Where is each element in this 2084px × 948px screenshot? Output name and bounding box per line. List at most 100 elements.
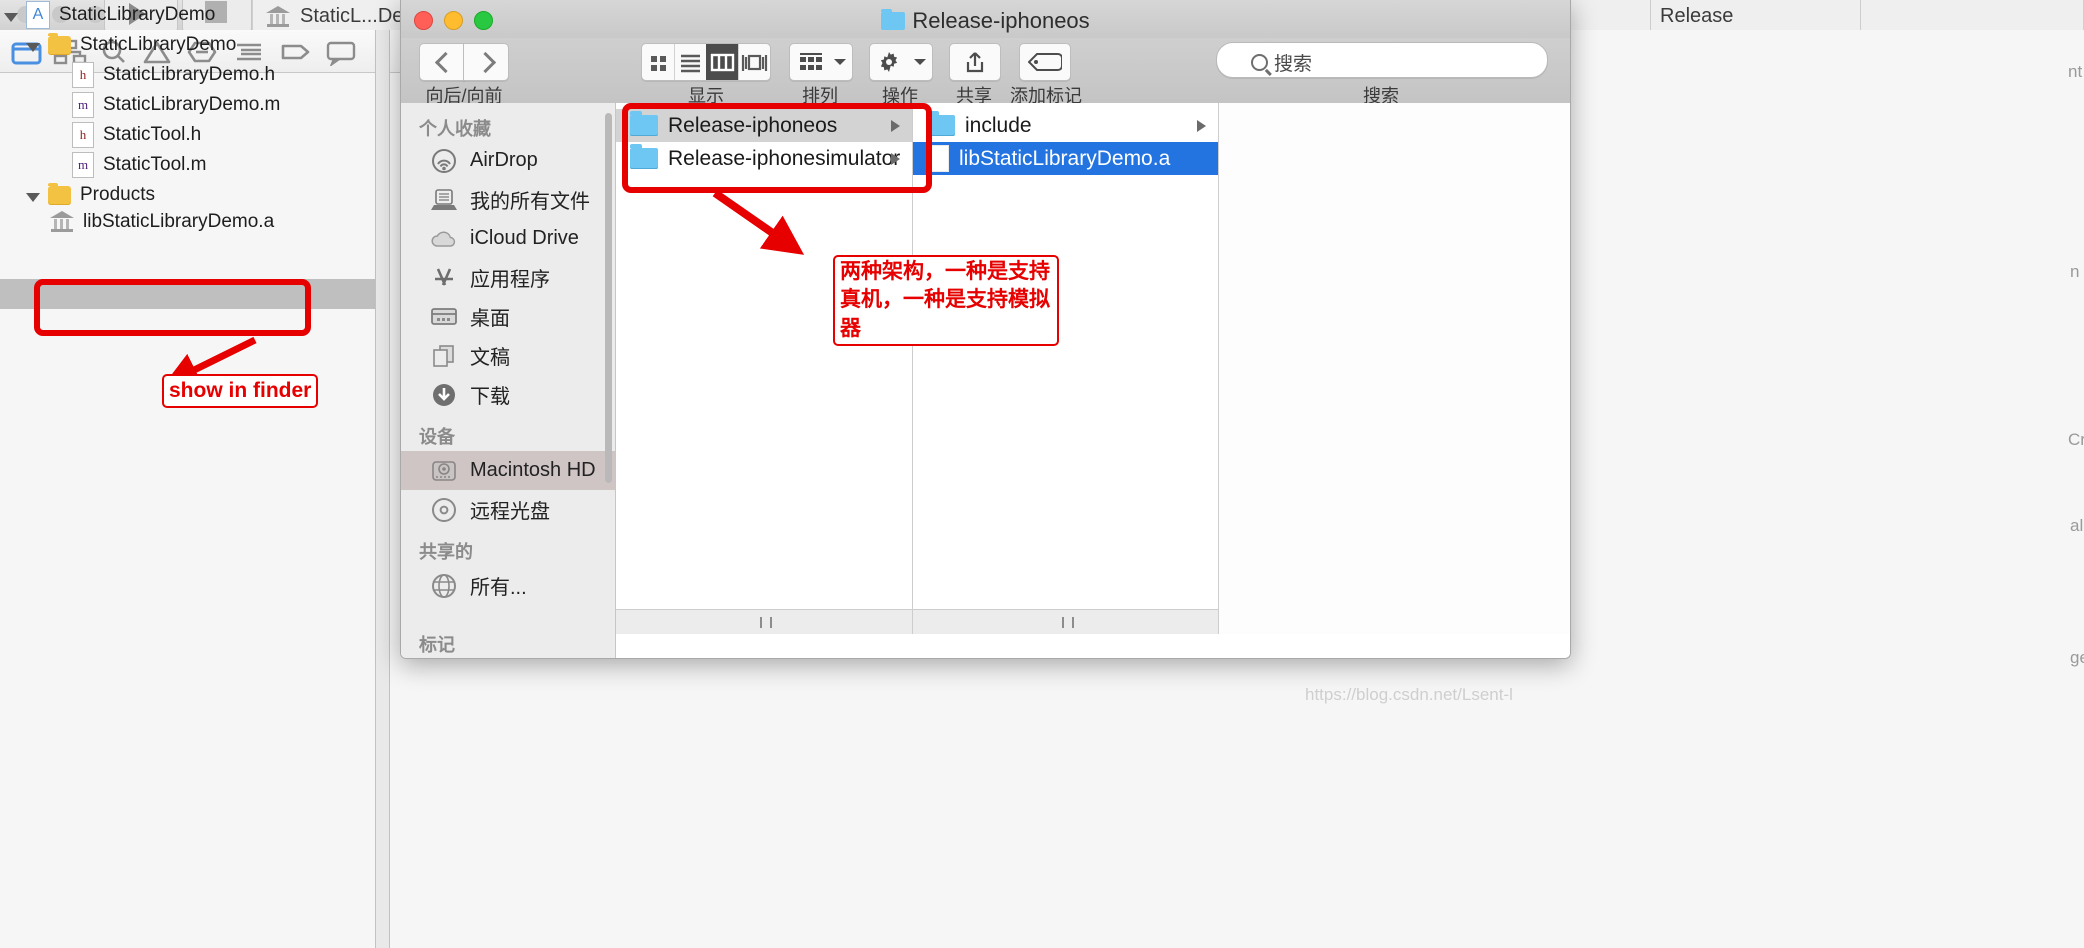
folder-icon bbox=[630, 144, 658, 169]
header-file-icon: h bbox=[72, 122, 94, 148]
list-item-label: Release-iphoneos bbox=[668, 113, 838, 137]
coverflow-view-button[interactable] bbox=[738, 44, 770, 80]
watermark-text: https://blog.csdn.net/Lsent-l bbox=[1305, 685, 1513, 704]
xcode-edge-text-4: al bbox=[2070, 516, 2084, 535]
objc-file-icon: m bbox=[72, 152, 94, 178]
sidebar-item-all-my-files[interactable]: 我的所有文件 bbox=[401, 180, 615, 219]
static-library-icon bbox=[50, 211, 74, 233]
tree-item-label: Products bbox=[80, 184, 155, 205]
chevron-left-icon bbox=[434, 51, 457, 74]
xcode-status-config: Release bbox=[1660, 0, 1861, 32]
hard-disk-icon bbox=[429, 458, 459, 484]
sidebar-item-airdrop[interactable]: AirDrop bbox=[401, 141, 615, 180]
finder-column-1: Release-iphoneos Release-iphonesimulator bbox=[616, 103, 913, 634]
list-item-label: Release-iphonesimulator bbox=[668, 146, 901, 170]
chevron-right-icon bbox=[1197, 120, 1206, 132]
finder-sidebar: 个人收藏 AirDrop 我的所有文件 iCloud Drive 应用程序 桌面… bbox=[401, 103, 616, 658]
disclosure-triangle-icon[interactable] bbox=[4, 12, 18, 22]
xcode-edge-text-2: n bbox=[2070, 262, 2080, 281]
sidebar-item-macintosh-hd[interactable]: Macintosh HD bbox=[401, 451, 615, 490]
annotation-architectures-note: 两种架构，一种是支持真机，一种是支持模拟器 bbox=[833, 255, 1059, 347]
tree-row[interactable]: Products bbox=[0, 180, 401, 210]
objc-file-icon: m bbox=[72, 92, 94, 118]
folder-icon bbox=[630, 111, 658, 136]
document-icon bbox=[927, 145, 949, 172]
arrange-button[interactable] bbox=[789, 43, 853, 81]
folder-icon bbox=[927, 111, 955, 136]
sidebar-item-documents[interactable]: 文稿 bbox=[401, 336, 615, 375]
finder-content: 个人收藏 AirDrop 我的所有文件 iCloud Drive 应用程序 桌面… bbox=[401, 103, 1570, 658]
sidebar-section-shared: 共享的 bbox=[419, 542, 473, 562]
tree-row[interactable]: m StaticLibraryDemo.m bbox=[0, 90, 447, 120]
tag-icon bbox=[1028, 53, 1062, 71]
icloud-icon bbox=[429, 226, 459, 252]
annotation-arrow-architectures bbox=[712, 189, 805, 255]
sidebar-item-label: 远程光盘 bbox=[470, 501, 550, 523]
list-item-label: include bbox=[965, 113, 1032, 137]
sidebar-item-downloads[interactable]: 下载 bbox=[401, 375, 615, 414]
downloads-icon bbox=[429, 382, 459, 408]
tree-row[interactable]: libStaticLibraryDemo.a bbox=[0, 207, 425, 237]
chevron-right-icon bbox=[891, 153, 900, 165]
column-resize-handle[interactable] bbox=[616, 609, 912, 634]
share-icon bbox=[966, 52, 984, 73]
sidebar-item-desktop[interactable]: 桌面 bbox=[401, 297, 615, 336]
xcode-right-pane bbox=[1569, 30, 2084, 948]
list-item[interactable]: Release-iphoneos bbox=[616, 109, 912, 142]
share-button[interactable] bbox=[949, 43, 1001, 81]
action-button[interactable] bbox=[869, 43, 933, 81]
network-icon bbox=[429, 573, 459, 599]
documents-icon bbox=[429, 343, 459, 369]
tree-item-label: libStaticLibraryDemo.a bbox=[83, 211, 275, 232]
sidebar-item-label: 所有... bbox=[470, 577, 527, 599]
sidebar-item-label: 下载 bbox=[470, 386, 510, 408]
sidebar-section-favorites: 个人收藏 bbox=[419, 119, 491, 139]
back-button[interactable] bbox=[419, 43, 465, 81]
tree-item-label: StaticLibraryDemo bbox=[59, 4, 216, 25]
list-view-button[interactable] bbox=[674, 44, 707, 80]
folder-icon bbox=[881, 9, 906, 30]
sidebar-item-label: 应用程序 bbox=[470, 269, 550, 291]
column-resize-handle[interactable] bbox=[913, 609, 1218, 634]
sidebar-section-devices: 设备 bbox=[419, 427, 455, 447]
tree-item-label: StaticTool.m bbox=[103, 154, 207, 175]
sidebar-item-label: Macintosh HD bbox=[470, 459, 596, 481]
finder-preview-column bbox=[1219, 103, 1570, 634]
search-icon bbox=[1251, 54, 1268, 71]
desktop-icon bbox=[429, 304, 459, 330]
sidebar-item-label: AirDrop bbox=[470, 149, 538, 171]
header-file-icon: h bbox=[72, 62, 94, 88]
sidebar-item-remote-disc[interactable]: 远程光盘 bbox=[401, 490, 615, 529]
disclosure-triangle-icon[interactable] bbox=[26, 192, 40, 202]
tree-row[interactable]: m StaticTool.m bbox=[0, 150, 447, 180]
list-item[interactable]: libStaticLibraryDemo.a bbox=[913, 142, 1218, 175]
sidebar-item-applications[interactable]: 应用程序 bbox=[401, 258, 615, 297]
icon-view-button[interactable] bbox=[642, 44, 675, 80]
tree-item-label: StaticLibraryDemo.m bbox=[103, 94, 281, 115]
sidebar-item-label: 桌面 bbox=[470, 308, 510, 330]
tree-row[interactable]: h StaticLibraryDemo.h bbox=[0, 60, 447, 90]
folder-icon bbox=[48, 185, 71, 205]
sidebar-scrollbar[interactable] bbox=[605, 113, 612, 483]
remote-disc-icon bbox=[429, 497, 459, 523]
tree-row[interactable]: A StaticLibraryDemo bbox=[0, 0, 379, 30]
disclosure-triangle-icon[interactable] bbox=[26, 42, 40, 52]
add-tag-button[interactable] bbox=[1019, 43, 1071, 81]
sidebar-item-all-shared[interactable]: 所有... bbox=[401, 566, 615, 605]
search-placeholder: 搜索 bbox=[1274, 54, 1313, 75]
sidebar-section-tags: 标记 bbox=[419, 635, 455, 655]
list-item[interactable]: Release-iphonesimulator bbox=[616, 142, 912, 175]
finder-column-2: include libStaticLibraryDemo.a bbox=[913, 103, 1219, 634]
sidebar-item-icloud-drive[interactable]: iCloud Drive bbox=[401, 219, 615, 258]
list-item[interactable]: include bbox=[913, 109, 1218, 142]
tree-row[interactable]: StaticLibraryDemo bbox=[0, 30, 401, 60]
view-mode-segmented-control[interactable] bbox=[641, 43, 771, 81]
tree-item-label: StaticLibraryDemo bbox=[80, 34, 237, 55]
chevron-right-icon bbox=[474, 51, 497, 74]
window-title: Release-iphoneos bbox=[401, 8, 1570, 34]
arrange-icon bbox=[800, 53, 822, 70]
forward-button[interactable] bbox=[463, 43, 509, 81]
tree-row[interactable]: h StaticTool.h bbox=[0, 120, 447, 150]
column-view-button[interactable] bbox=[706, 44, 739, 80]
finder-toolbar: 向后/向前 显示 排列 操作 共享 添加标记 搜索 搜索 bbox=[401, 38, 1570, 106]
